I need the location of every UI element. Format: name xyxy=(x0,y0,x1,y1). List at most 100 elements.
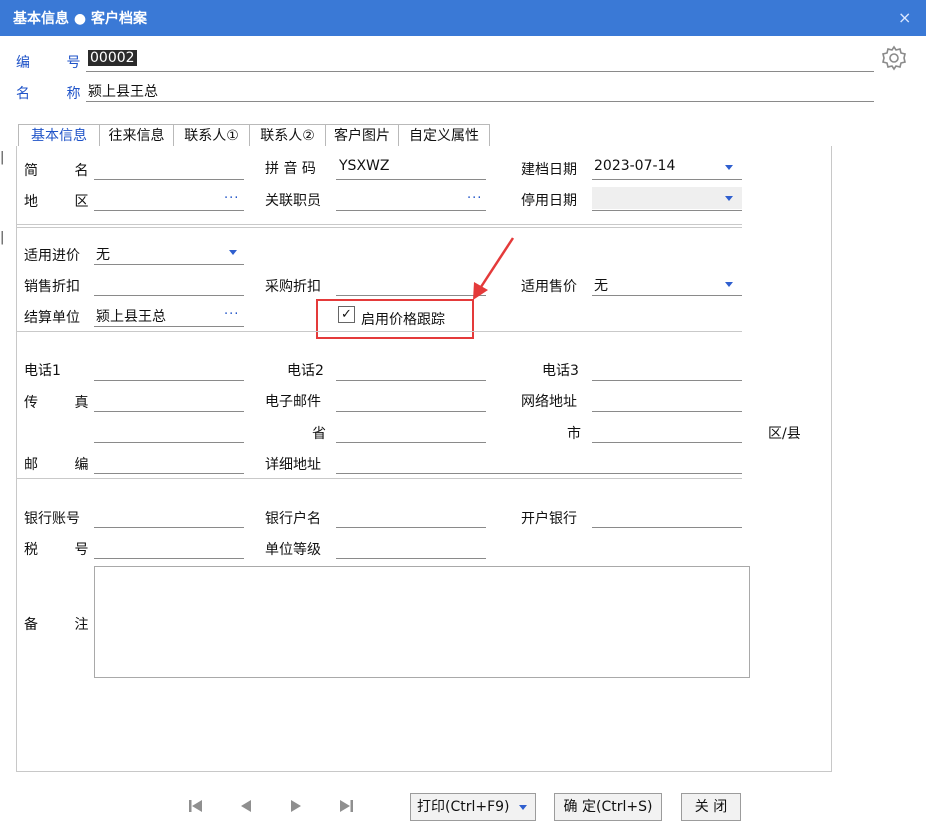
phone3-label: 电话3 xyxy=(542,363,579,379)
purchase-discount-input[interactable] xyxy=(336,295,486,296)
bank-name-label: 银行户名 xyxy=(265,511,321,527)
background-fragment: | xyxy=(0,230,5,245)
purchase-discount-label: 采购折扣 xyxy=(265,279,321,295)
section-separator xyxy=(16,224,742,225)
purchase-price-field[interactable]: 无 xyxy=(96,244,110,264)
purchase-price-dropdown-icon[interactable] xyxy=(229,250,237,255)
section-separator xyxy=(16,331,742,332)
fax-label: 传 真 xyxy=(24,395,105,411)
section-separator xyxy=(16,227,742,228)
purchase-price-label: 适用进价 xyxy=(24,248,80,264)
window-title: 基本信息 ● 客户档案 xyxy=(13,11,147,27)
section-separator xyxy=(16,478,742,479)
web-label: 网络地址 xyxy=(521,394,577,410)
sale-price-dropdown-icon[interactable] xyxy=(725,282,733,287)
memo-label: 备 注 xyxy=(24,617,105,633)
name-field[interactable]: 颍上县王总 xyxy=(88,81,158,101)
tab-contact-2[interactable]: 联系人② xyxy=(249,124,326,147)
price-track-label: 启用价格跟踪 xyxy=(361,312,445,328)
sales-discount-input[interactable] xyxy=(94,295,244,296)
sale-price-label: 适用售价 xyxy=(521,279,577,295)
bank-input[interactable] xyxy=(592,527,742,528)
created-date-field[interactable]: 2023-07-14 xyxy=(594,158,675,174)
province-label: 省 xyxy=(312,426,326,442)
region-input[interactable] xyxy=(94,210,244,211)
disabled-date-underline xyxy=(592,210,742,211)
settle-unit-field[interactable]: 颍上县王总 xyxy=(96,306,166,326)
code-label: 编 号 xyxy=(16,55,97,71)
print-dropdown-icon[interactable] xyxy=(519,805,527,810)
staff-input[interactable] xyxy=(336,210,486,211)
bank-label: 开户银行 xyxy=(521,511,577,527)
memo-textarea[interactable] xyxy=(94,566,750,678)
ok-button[interactable]: 确 定(Ctrl+S) xyxy=(554,793,662,821)
first-record-icon[interactable] xyxy=(182,794,210,818)
annotation-arrow-icon xyxy=(473,237,515,300)
tax-label: 税 号 xyxy=(24,542,105,558)
close-button[interactable]: 关 闭 xyxy=(681,793,741,821)
level-input[interactable] xyxy=(336,558,486,559)
background-fragment: | xyxy=(0,150,5,165)
settle-unit-label: 结算单位 xyxy=(24,310,80,326)
created-date-dropdown-icon[interactable] xyxy=(725,165,733,170)
name-label: 名 称 xyxy=(16,86,97,102)
web-input[interactable] xyxy=(592,411,742,412)
phone1-label: 电话1 xyxy=(24,363,61,379)
tab-customer-images[interactable]: 客户图片 xyxy=(325,124,399,147)
last-record-icon[interactable] xyxy=(332,794,360,818)
phone3-input[interactable] xyxy=(592,380,742,381)
address-label: 详细地址 xyxy=(265,457,321,473)
phone2-input[interactable] xyxy=(336,380,486,381)
disabled-date-field[interactable] xyxy=(592,187,742,209)
print-button[interactable]: 打印(Ctrl+F9) xyxy=(410,793,536,821)
phone1-input[interactable] xyxy=(94,380,244,381)
purchase-price-underline xyxy=(94,264,244,265)
tab-transactions[interactable]: 往来信息 xyxy=(99,124,174,147)
disabled-date-label: 停用日期 xyxy=(521,193,577,209)
tab-basic-info[interactable]: 基本信息 xyxy=(18,124,100,147)
short-name-input[interactable] xyxy=(94,179,244,180)
fax-input[interactable] xyxy=(94,411,244,412)
disabled-date-dropdown-icon[interactable] xyxy=(725,196,733,201)
price-track-checkbox[interactable]: ✓ xyxy=(338,306,355,323)
bank-account-label: 银行账号 xyxy=(24,511,80,527)
print-button-label: 打印(Ctrl+F9) xyxy=(417,799,510,815)
phone2-label: 电话2 xyxy=(287,363,324,379)
sale-price-underline xyxy=(592,295,742,296)
bank-account-input[interactable] xyxy=(94,527,244,528)
email-input[interactable] xyxy=(336,411,486,412)
zip-label: 邮 编 xyxy=(24,457,105,473)
pinyin-field[interactable]: YSXWZ xyxy=(339,158,389,174)
staff-browse-button[interactable]: ··· xyxy=(467,191,482,206)
zip-input[interactable] xyxy=(94,473,244,474)
pinyin-label: 拼 音 码 xyxy=(265,161,316,177)
sales-discount-label: 销售折扣 xyxy=(24,279,80,295)
staff-label: 关联职员 xyxy=(265,193,321,209)
address-input[interactable] xyxy=(336,473,742,474)
tab-panel xyxy=(16,146,832,772)
short-name-label: 简 名 xyxy=(24,163,105,179)
name-underline xyxy=(86,101,874,102)
bank-name-input[interactable] xyxy=(336,527,486,528)
tab-contact-1[interactable]: 联系人① xyxy=(173,124,250,147)
country-input[interactable] xyxy=(94,442,244,443)
tax-input[interactable] xyxy=(94,558,244,559)
created-date-label: 建档日期 xyxy=(521,162,577,178)
title-bar: 基本信息 ● 客户档案 × xyxy=(0,0,926,36)
close-icon[interactable]: × xyxy=(898,8,911,27)
province-input[interactable] xyxy=(336,442,486,443)
previous-record-icon[interactable] xyxy=(232,794,260,818)
email-label: 电子邮件 xyxy=(265,394,321,410)
pinyin-underline xyxy=(336,179,486,180)
code-field[interactable]: 00002 xyxy=(88,50,137,66)
settle-unit-underline xyxy=(94,326,244,327)
next-record-icon[interactable] xyxy=(282,794,310,818)
sale-price-field[interactable]: 无 xyxy=(594,275,608,295)
settings-gear-icon[interactable] xyxy=(880,44,908,72)
settle-unit-browse-button[interactable]: ··· xyxy=(224,307,239,322)
region-browse-button[interactable]: ··· xyxy=(224,191,239,206)
city-input[interactable] xyxy=(592,442,742,443)
tab-custom-attributes[interactable]: 自定义属性 xyxy=(398,124,490,147)
district-label: 区/县 xyxy=(768,426,801,442)
created-date-underline xyxy=(592,179,742,180)
